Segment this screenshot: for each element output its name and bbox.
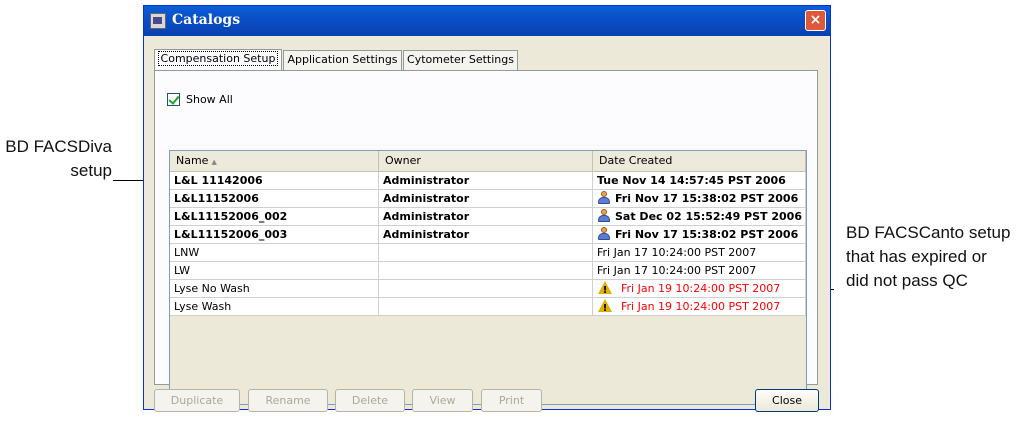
table-header: Name ▲ Owner Date Created [170, 151, 806, 172]
cell-date-text: Fri Jan 19 10:24:00 PST 2007 [621, 300, 781, 313]
cell-name-text: L&L11152006_002 [174, 210, 288, 223]
cell-date-text: Fri Nov 17 15:38:02 PST 2006 [615, 228, 799, 241]
table-row[interactable]: Lyse Wash Fri Jan 19 10:24:00 PST 2007 [170, 298, 806, 316]
sort-ascending-icon: ▲ [211, 158, 217, 166]
tab-compensation-setup-label: Compensation Setup [157, 51, 279, 66]
callout-facsdiva-line2: setup [70, 161, 112, 180]
table-row[interactable]: L&L 11142006 Administrator Tue Nov 14 14:5… [170, 172, 806, 190]
cell-name: L&L11152006_003 [170, 226, 379, 243]
callout-facscanto-line1: BD FACSCanto setup [846, 223, 1011, 242]
cell-date-text: Fri Nov 17 15:38:02 PST 2006 [615, 192, 799, 205]
duplicate-button[interactable]: Duplicate [154, 389, 240, 412]
cell-name: Lyse No Wash [170, 280, 379, 297]
callout-facsdiva-line1: BD FACSDiva [5, 137, 112, 156]
cell-date: Fri Nov 17 15:38:02 PST 2006 [593, 226, 806, 243]
cell-owner: Administrator [379, 226, 593, 243]
cell-date: Fri Jan 17 10:24:00 PST 2007 [593, 262, 806, 279]
column-header-name[interactable]: Name ▲ [170, 151, 379, 171]
callout-facscanto-line2: that has expired or [846, 247, 987, 266]
column-header-owner[interactable]: Owner [379, 151, 593, 171]
table-row[interactable]: L&L11152006 Administrator Fri Nov 17 15:38… [170, 190, 806, 208]
cell-date-text: Sat Dec 02 15:52:49 PST 2006 [615, 210, 802, 223]
delete-button[interactable]: Delete [335, 389, 405, 412]
warning-icon [598, 299, 612, 315]
table-row[interactable]: L&L11152006_003 Administrator Fri Nov 17 1… [170, 226, 806, 244]
tab-cytometer-settings[interactable]: Cytometer Settings [403, 50, 518, 70]
cell-date: Fri Jan 17 10:24:00 PST 2007 [593, 244, 806, 261]
show-all-checkbox[interactable] [167, 93, 180, 106]
cell-owner-text: Administrator [383, 210, 470, 223]
cell-name: LW [170, 262, 379, 279]
callout-facscanto-line3: did not pass QC [846, 271, 968, 290]
cell-owner [379, 298, 593, 315]
user-icon [598, 191, 610, 204]
tab-cytometer-settings-label: Cytometer Settings [407, 53, 514, 66]
cell-date-text: Tue Nov 14 14:57:45 PST 2006 [597, 174, 786, 187]
warning-icon [598, 281, 612, 297]
window-title: Catalogs [172, 12, 241, 28]
cell-date: Sat Dec 02 15:52:49 PST 2006 [593, 208, 806, 225]
cell-owner-text: Administrator [383, 228, 470, 241]
close-button[interactable]: Close [755, 389, 819, 412]
cell-name-text: Lyse No Wash [174, 282, 250, 295]
window-close-button[interactable]: × [805, 10, 826, 31]
cell-date: Fri Nov 17 15:38:02 PST 2006 [593, 190, 806, 207]
print-button[interactable]: Print [481, 389, 542, 412]
cell-owner-text: Administrator [383, 174, 470, 187]
cell-date: Fri Jan 19 10:24:00 PST 2007 [593, 280, 806, 297]
table-row[interactable]: LW Fri Jan 17 10:24:00 PST 2007 [170, 262, 806, 280]
cell-name: L&L11152006_002 [170, 208, 379, 225]
cell-name-text: L&L11152006 [174, 192, 259, 205]
cell-name: Lyse Wash [170, 298, 379, 315]
cell-name: LNW [170, 244, 379, 261]
cell-owner [379, 262, 593, 279]
cell-date-text: Fri Jan 17 10:24:00 PST 2007 [597, 246, 757, 259]
cell-name-text: LNW [174, 246, 200, 259]
callout-facscanto: BD FACSCanto setup that has expired or d… [846, 221, 1026, 293]
cell-name-text: L&L11152006_003 [174, 228, 288, 241]
tab-compensation-setup[interactable]: Compensation Setup [154, 49, 282, 71]
cell-owner-text: Administrator [383, 192, 470, 205]
user-icon [598, 227, 610, 240]
column-header-owner-label: Owner [385, 154, 421, 167]
column-header-name-label: Name [176, 154, 209, 167]
cell-date-text: Fri Jan 19 10:24:00 PST 2007 [621, 282, 781, 295]
view-button[interactable]: View [412, 389, 473, 412]
user-icon [598, 209, 610, 222]
show-all-label[interactable]: Show All [186, 93, 233, 106]
table-row[interactable]: L&L11152006_002 Administrator Sat Dec 02 1… [170, 208, 806, 226]
cell-name: L&L 11142006 [170, 172, 379, 189]
rename-button[interactable]: Rename [248, 389, 328, 412]
cell-owner: Administrator [379, 172, 593, 189]
tab-application-settings[interactable]: Application Settings [283, 50, 402, 70]
cell-owner [379, 280, 593, 297]
compensation-setup-panel: Show All Name ▲ Owner Date Created L&L 11… [154, 70, 818, 405]
callout-facsdiva: BD FACSDiva setup [0, 135, 112, 183]
cell-owner [379, 244, 593, 261]
cell-name-text: LW [174, 264, 190, 277]
cell-date: Fri Jan 19 10:24:00 PST 2007 [593, 298, 806, 315]
cell-owner: Administrator [379, 208, 593, 225]
column-header-date-created[interactable]: Date Created [593, 151, 806, 171]
cell-date: Tue Nov 14 14:57:45 PST 2006 [593, 172, 806, 189]
cell-name-text: Lyse Wash [174, 300, 232, 313]
window-icon [150, 13, 166, 29]
cell-owner: Administrator [379, 190, 593, 207]
cell-name-text: L&L 11142006 [174, 174, 263, 187]
table-row[interactable]: Lyse No Wash Fri Jan 19 10:24:00 PST 2007 [170, 280, 806, 298]
cell-name: L&L11152006 [170, 190, 379, 207]
cell-date-text: Fri Jan 17 10:24:00 PST 2007 [597, 264, 757, 277]
column-header-date-label: Date Created [599, 154, 673, 167]
table-row[interactable]: LNW Fri Jan 17 10:24:00 PST 2007 [170, 244, 806, 262]
catalogs-dialog: Catalogs × Compensation Setup Applicatio… [143, 5, 831, 412]
catalog-table: Name ▲ Owner Date Created L&L 11142006 Adm… [169, 150, 807, 405]
tab-application-settings-label: Application Settings [287, 53, 398, 66]
title-bar[interactable]: Catalogs × [144, 6, 830, 36]
